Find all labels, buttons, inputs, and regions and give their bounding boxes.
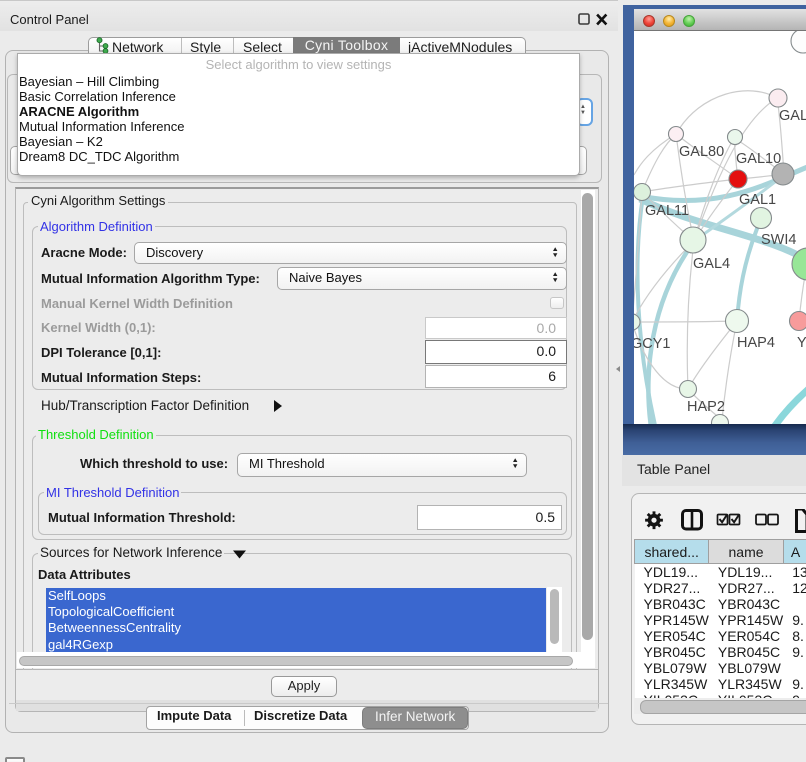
svg-text:GAL80: GAL80	[679, 144, 724, 160]
svg-text:HAP2: HAP2	[687, 399, 725, 415]
svg-text:GCY1: GCY1	[634, 336, 671, 352]
svg-text:GAL10: GAL10	[736, 151, 781, 167]
svg-text:GAL1: GAL1	[739, 192, 776, 208]
svg-text:Y: Y	[797, 335, 806, 351]
svg-text:SWI4: SWI4	[761, 232, 796, 248]
svg-text:GAL7: GAL7	[779, 108, 806, 124]
svg-text:GAL11: GAL11	[645, 203, 689, 219]
svg-text:HAP4: HAP4	[737, 335, 775, 351]
svg-text:GAL4: GAL4	[693, 256, 730, 272]
